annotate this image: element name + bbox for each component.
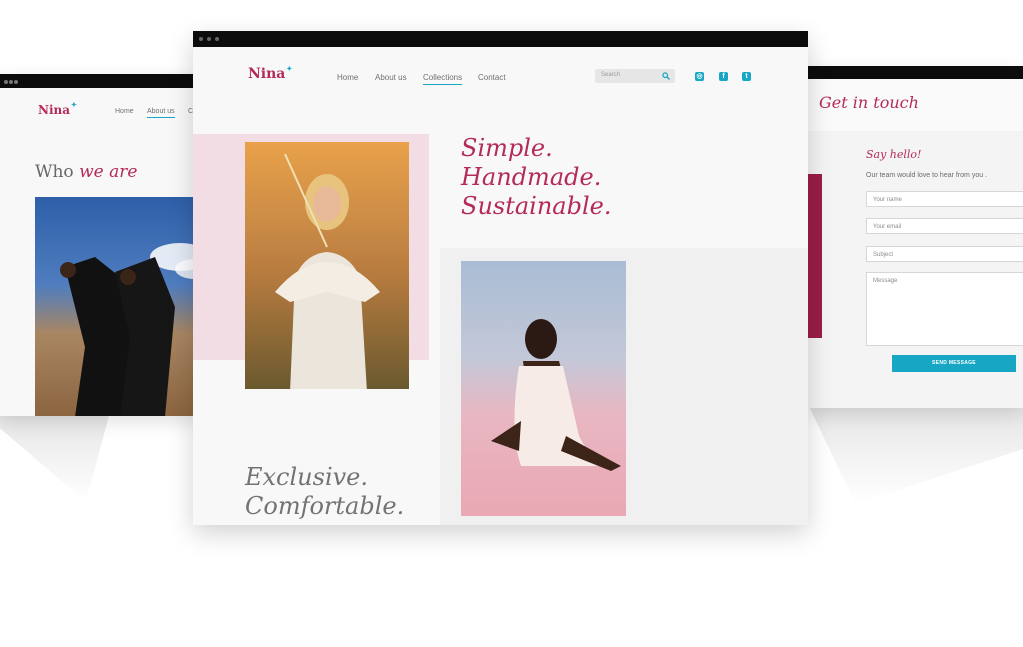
form-intro: Our team would love to hear from you .	[866, 172, 987, 179]
brand-name: Nina	[248, 66, 286, 82]
search-icon[interactable]	[662, 72, 670, 80]
brand-name: Nina	[38, 103, 71, 117]
window-dot	[9, 80, 13, 84]
nav-item-contact[interactable]: Contact	[478, 73, 506, 82]
window-dot	[4, 80, 8, 84]
window-titlebar	[193, 31, 808, 47]
facebook-icon[interactable]: f	[719, 72, 728, 81]
twitter-icon[interactable]: t	[742, 72, 751, 81]
contact-heading: Get in touch	[819, 93, 919, 112]
left-window-floor-shadow	[0, 412, 110, 502]
collections-page-window: Nina✦ Home About us Collections Contact …	[193, 31, 808, 525]
about-page-window: Nina✦ Home About us C Who we are	[0, 74, 200, 416]
section-heading: Who we are	[35, 162, 137, 182]
model-photo-field	[245, 142, 409, 389]
send-message-button[interactable]: SEND MESSAGE	[892, 355, 1016, 372]
about-photo	[35, 197, 200, 416]
tagline-line-1: Simple.	[461, 134, 553, 162]
email-field[interactable]: Your email	[866, 218, 1023, 234]
subject-field[interactable]: Subject	[866, 246, 1023, 262]
model-photo-water	[461, 261, 626, 516]
name-field[interactable]: Your name	[866, 191, 1023, 207]
secondary-line-1: Exclusive.	[245, 463, 369, 491]
about-photo-illustration	[60, 243, 200, 416]
heading-accent: we are	[79, 162, 138, 182]
tagline-line-2: Handmade.	[461, 163, 602, 191]
brand-logo[interactable]: Nina✦	[248, 64, 293, 82]
contact-page-window: Get in touch Say hello! Our team would l…	[808, 66, 1023, 408]
nav-item-home[interactable]: Home	[115, 108, 134, 115]
right-window-floor-shadow	[808, 404, 1023, 504]
form-title: Say hello!	[866, 148, 922, 161]
sparkle-icon: ✦	[71, 100, 77, 109]
nav-item-home[interactable]: Home	[337, 73, 358, 82]
sparkle-icon: ✦	[286, 64, 293, 73]
model-photo-water-illustration	[491, 319, 621, 471]
brand-logo[interactable]: Nina✦	[38, 100, 77, 117]
secondary-line-2: Comfortable.	[245, 492, 405, 520]
window-dot	[207, 37, 211, 41]
window-dot	[215, 37, 219, 41]
instagram-icon[interactable]: ◎	[695, 72, 704, 81]
search-input[interactable]: Search	[601, 72, 620, 78]
tagline-line-3: Sustainable.	[461, 192, 612, 220]
window-dot	[14, 80, 18, 84]
nav-item-about-us[interactable]: About us	[375, 73, 407, 82]
window-dot	[199, 37, 203, 41]
nav-item-about-us[interactable]: About us	[147, 108, 175, 118]
model-photo-field-illustration	[275, 153, 380, 389]
crimson-accent-block	[808, 174, 822, 338]
nav-item-collections[interactable]: Collections	[423, 73, 463, 85]
window-titlebar	[0, 74, 200, 88]
search-box[interactable]: Search	[595, 69, 675, 83]
window-titlebar	[808, 66, 1023, 79]
message-field[interactable]: Message	[866, 272, 1023, 346]
heading-plain: Who	[35, 162, 74, 182]
